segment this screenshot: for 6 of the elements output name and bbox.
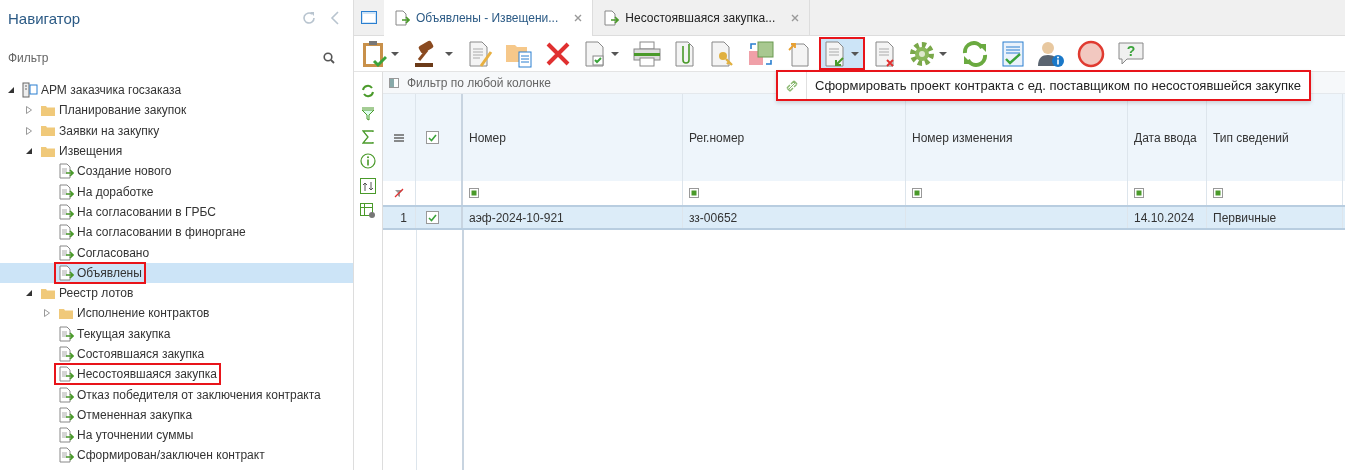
table-cell: 14.10.2024 <box>1134 210 1195 225</box>
table-cell: зз-00652 <box>689 210 738 225</box>
row-number: 1 <box>400 210 407 225</box>
navigator-title: Навигатор <box>8 9 82 27</box>
table-cell: Первичные <box>1213 210 1277 225</box>
table-cell: аэф-2024-10-921 <box>469 210 564 225</box>
